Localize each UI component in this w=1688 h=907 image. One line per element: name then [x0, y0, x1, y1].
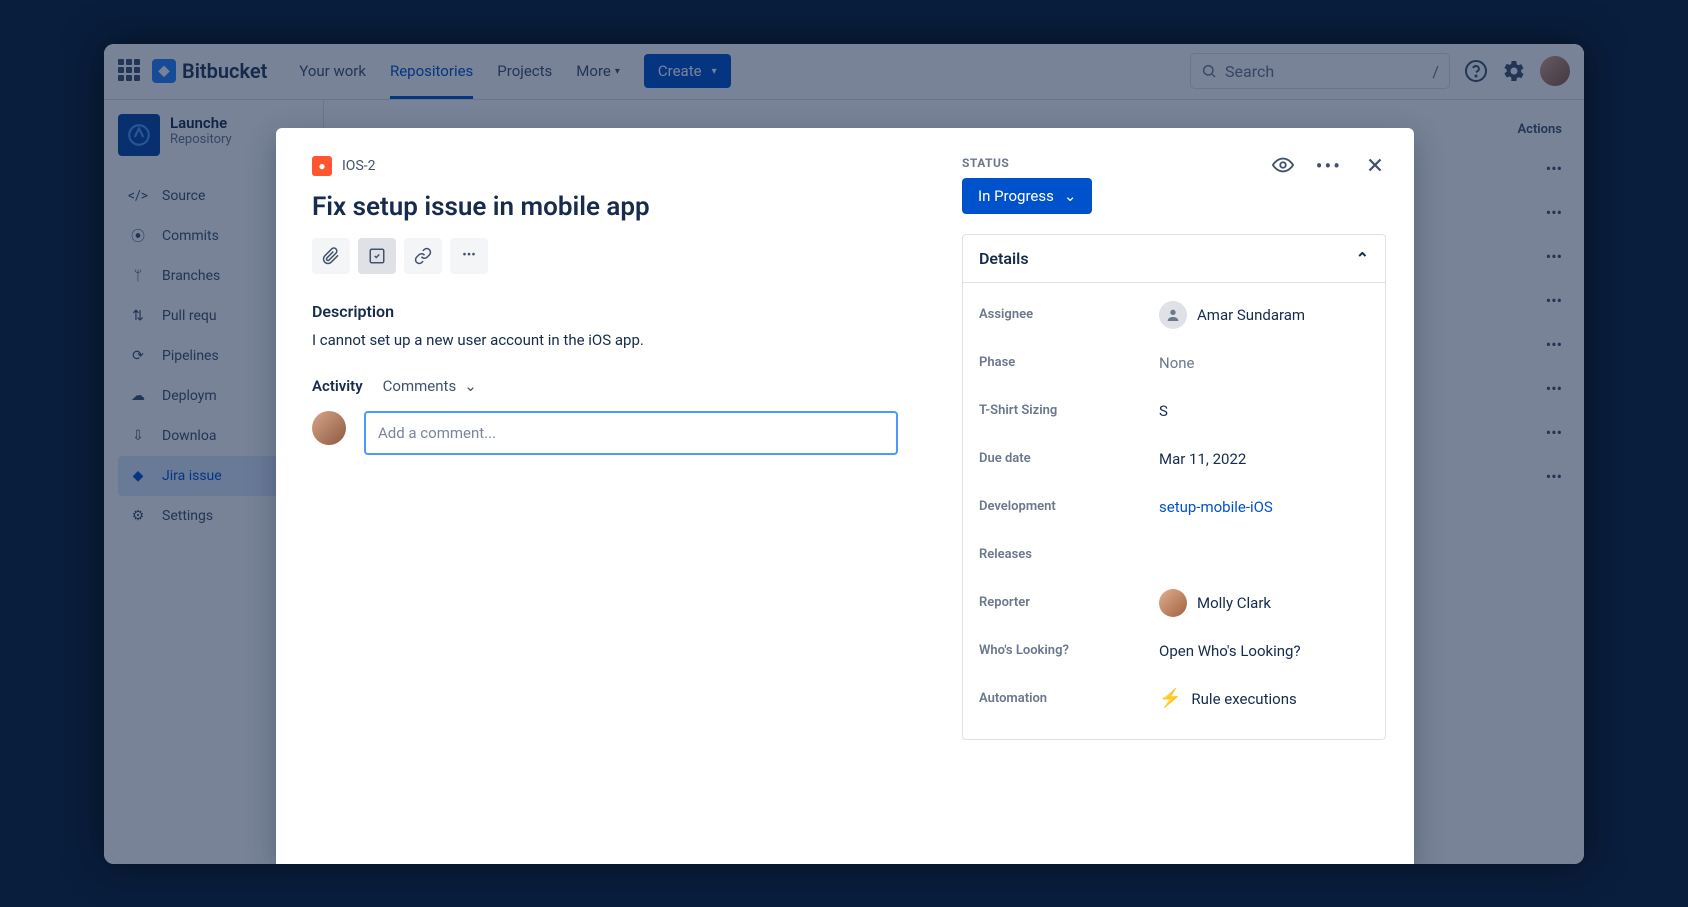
settings-icon[interactable] [1502, 59, 1526, 83]
field-releases[interactable]: Releases [979, 531, 1369, 579]
actions-column: Actions ••• ••• ••• ••• ••• ••• ••• ••• [1414, 100, 1584, 499]
more-actions-button[interactable]: ••• [450, 238, 488, 274]
close-icon[interactable] [1364, 154, 1386, 180]
search-icon [1201, 63, 1217, 79]
description-text[interactable]: I cannot set up a new user account in th… [312, 331, 898, 349]
row-actions[interactable]: ••• [1414, 455, 1562, 499]
row-actions[interactable]: ••• [1414, 367, 1562, 411]
watch-icon[interactable] [1272, 154, 1294, 180]
workspace-logo [118, 114, 160, 156]
workspace-title: Launche [170, 114, 232, 132]
apps-switcher-icon[interactable] [118, 59, 142, 83]
row-actions[interactable]: ••• [1414, 411, 1562, 455]
download-icon: ⇩ [126, 428, 150, 444]
details-toggle[interactable]: Details ⌃ [963, 235, 1385, 283]
create-button[interactable]: Create▾ [644, 54, 731, 88]
chevron-down-icon: ▾ [615, 66, 620, 77]
nav-more[interactable]: More▾ [564, 44, 632, 100]
bug-icon: ● [312, 156, 332, 176]
more-icon[interactable]: ••• [1316, 154, 1342, 180]
commit-icon: ⦿ [126, 226, 150, 246]
field-phase[interactable]: Phase None [979, 339, 1369, 387]
field-development[interactable]: Development setup-mobile-iOS [979, 483, 1369, 531]
code-icon: </> [126, 188, 150, 204]
search-input[interactable]: Search / [1190, 53, 1450, 89]
activity-label: Activity [312, 377, 363, 395]
cloud-upload-icon: ☁ [126, 388, 150, 404]
chevron-down-icon: ▾ [712, 66, 717, 77]
avatar [1159, 589, 1187, 617]
chevron-down-icon: ⌄ [464, 377, 477, 395]
search-placeholder: Search [1225, 62, 1274, 81]
comment-input[interactable] [364, 411, 898, 455]
activity-filter[interactable]: Comments ⌄ [383, 377, 477, 395]
status-dropdown[interactable]: In Progress ⌄ [962, 178, 1092, 214]
jira-icon: ◆ [126, 468, 150, 484]
nav-your-work[interactable]: Your work [287, 44, 378, 100]
row-actions[interactable]: ••• [1414, 279, 1562, 323]
gear-icon: ⚙ [126, 508, 150, 524]
bitbucket-icon: ◆ [152, 59, 176, 83]
field-whos-looking[interactable]: Who's Looking? Open Who's Looking? [979, 627, 1369, 675]
row-actions[interactable]: ••• [1414, 235, 1562, 279]
field-automation[interactable]: Automation ⚡Rule executions [979, 675, 1369, 723]
breadcrumb[interactable]: ● IOS-2 [312, 156, 898, 176]
pipelines-icon: ⟳ [126, 348, 150, 364]
row-actions[interactable]: ••• [1414, 147, 1562, 191]
branch-icon: ᛘ [126, 268, 150, 284]
nav-repositories[interactable]: Repositories [378, 44, 485, 100]
bolt-icon: ⚡ [1159, 688, 1181, 709]
description-label: Description [312, 302, 898, 321]
help-icon[interactable] [1464, 59, 1488, 83]
topbar: ◆ Bitbucket Your work Repositories Proje… [104, 44, 1584, 100]
nav-projects[interactable]: Projects [485, 44, 564, 100]
field-reporter[interactable]: Reporter Molly Clark [979, 579, 1369, 627]
chevron-down-icon: ⌄ [1064, 187, 1077, 205]
issue-title[interactable]: Fix setup issue in mobile app [312, 192, 898, 222]
field-tshirt[interactable]: T-Shirt Sizing S [979, 387, 1369, 435]
workspace-subtitle: Repository [170, 132, 232, 147]
issue-dialog: ••• ● IOS-2 Fix setup issue in mobile ap… [276, 128, 1414, 864]
product-logo[interactable]: ◆ Bitbucket [152, 59, 267, 83]
field-due-date[interactable]: Due date Mar 11, 2022 [979, 435, 1369, 483]
field-assignee[interactable]: Assignee Amar Sundaram [979, 291, 1369, 339]
person-icon [1159, 301, 1187, 329]
product-name: Bitbucket [182, 59, 267, 83]
attach-button[interactable] [312, 238, 350, 274]
avatar[interactable] [1540, 56, 1570, 86]
row-actions[interactable]: ••• [1414, 323, 1562, 367]
details-panel: Details ⌃ Assignee Amar Sundaram Phase N… [962, 234, 1386, 740]
add-checklist-button[interactable] [358, 238, 396, 274]
pull-request-icon: ⇅ [126, 308, 150, 324]
link-button[interactable] [404, 238, 442, 274]
chevron-up-icon: ⌃ [1356, 249, 1369, 268]
search-kbd-hint: / [1432, 62, 1439, 81]
current-user-avatar [312, 411, 346, 445]
issue-key: IOS-2 [342, 158, 376, 174]
actions-header: Actions [1414, 108, 1562, 147]
row-actions[interactable]: ••• [1414, 191, 1562, 235]
